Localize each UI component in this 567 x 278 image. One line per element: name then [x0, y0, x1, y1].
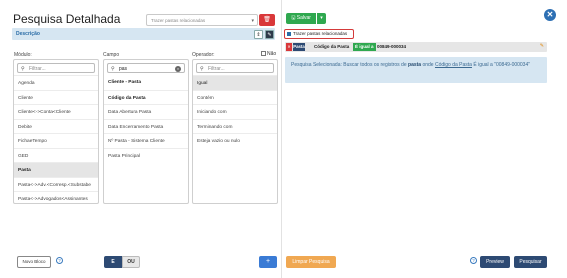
list-item[interactable]: Pasta Principal — [104, 147, 188, 163]
info-op: É igual a — [473, 62, 493, 68]
list-item-selected[interactable]: Código da Pasta — [104, 89, 188, 105]
save-label: Salvar — [296, 15, 311, 21]
operador-filter-input[interactable]: ⚲ Filtrar... — [196, 63, 274, 73]
campo-filter-input[interactable]: ⚲ pas × — [107, 63, 185, 73]
list-item[interactable]: Cliente<->Conta<Cliente — [14, 104, 98, 119]
chevron-down-icon: ▾ — [320, 15, 323, 21]
panel-divider — [281, 0, 282, 278]
list-item[interactable]: Debite — [14, 118, 98, 134]
list-item[interactable]: Pasta<->Adv.<Corresp.<Substabe — [14, 176, 98, 192]
save-dropdown-button[interactable]: ▾ — [317, 13, 326, 24]
or-toggle[interactable]: OU — [122, 256, 140, 268]
selected-search-info: Pesquisa Selecionada: Buscar todos os re… — [285, 57, 547, 83]
list-item[interactable]: Terminando com — [193, 118, 277, 134]
checkbox-icon — [261, 51, 266, 57]
condition-row: ✕ Pasta Código da Pasta É igual a 00849-… — [285, 42, 547, 52]
save-button[interactable]: 🖫 Salvar — [286, 13, 316, 24]
list-item[interactable]: Pasta<->Advogados<Assinantes — [14, 191, 98, 203]
info-module: pasta — [408, 62, 422, 68]
preview-button[interactable]: Preview — [480, 256, 510, 268]
help-icon[interactable]: ? — [56, 257, 63, 264]
list-item-selected[interactable]: Pasta — [14, 162, 98, 177]
modulo-filter-placeholder: Filtrar... — [29, 66, 46, 72]
nao-label: Não — [267, 51, 277, 57]
search-icon: ⚲ — [200, 65, 204, 72]
remove-condition-icon[interactable]: ✕ — [286, 43, 292, 51]
novo-bloco-button[interactable]: Novo Bloco — [17, 256, 51, 268]
description-label: Descrição — [16, 31, 40, 37]
saved-search-placeholder: Trazer pastas relacionadas — [151, 18, 206, 23]
info-field: Código da Pasta — [434, 62, 472, 68]
list-item-selected[interactable]: Igual — [193, 75, 277, 90]
modulo-label: Módulo: — [14, 52, 32, 58]
list-item[interactable]: Data Abertura Pasta — [104, 104, 188, 119]
trash-icon: 🗑 — [263, 17, 271, 23]
sort-icon[interactable]: ⇕ — [254, 29, 263, 39]
modulo-filter-input[interactable]: ⚲ Filtrar... — [17, 63, 95, 73]
help-icon[interactable]: ? — [470, 257, 477, 264]
campo-filter-value: pas — [119, 66, 128, 72]
pesquisar-button[interactable]: Pesquisar — [514, 256, 547, 268]
list-item[interactable]: Cliente — [14, 89, 98, 105]
page-title: Pesquisa Detalhada — [13, 12, 121, 26]
operador-column: ⚲ Filtrar... Igual Contém Iniciando com … — [192, 59, 278, 204]
campo-label: Campo — [103, 52, 120, 58]
search-icon: ⚲ — [111, 65, 115, 72]
chevron-down-icon: ▾ — [251, 18, 254, 24]
list-item[interactable]: Agenda — [14, 75, 98, 90]
list-item[interactable]: Nº Pasta - Sistema Cliente — [104, 133, 188, 148]
condition-field: Código da Pasta — [314, 44, 350, 49]
operador-label: Operador: — [192, 52, 215, 58]
info-prefix: Pesquisa Selecionada: Buscar todos os re… — [291, 62, 407, 68]
list-item[interactable]: FichaeTempo — [14, 133, 98, 148]
condition-module: Pasta — [293, 43, 305, 51]
close-icon: ✕ — [546, 10, 554, 19]
info-mid: onde — [422, 62, 434, 68]
description-bar[interactable]: Descrição ⇕ ✎ — [12, 28, 275, 40]
search-icon: ⚲ — [21, 65, 25, 72]
list-item[interactable]: Iniciando com — [193, 104, 277, 119]
clear-icon[interactable]: × — [175, 65, 181, 72]
add-condition-button[interactable]: + — [259, 256, 277, 268]
limpar-pesquisa-button[interactable]: Limpar Pesquisa — [286, 256, 336, 268]
list-item[interactable]: Contém — [193, 89, 277, 105]
edit-icon[interactable]: ✎ — [265, 29, 274, 39]
nao-checkbox[interactable]: Não — [261, 51, 276, 57]
trazer-pastas-checkbox[interactable]: Trazer pastas relacionadas — [284, 29, 354, 39]
saved-search-select[interactable]: Trazer pastas relacionadas ▾ — [146, 14, 258, 26]
campo-column: ⚲ pas × Cliente - Pasta Código da Pasta … — [103, 59, 189, 204]
list-item[interactable]: Cliente - Pasta — [104, 75, 188, 90]
pencil-icon[interactable]: ✎ — [540, 43, 544, 49]
and-toggle[interactable]: E — [104, 256, 122, 268]
modulo-column: ⚲ Filtrar... Agenda Cliente Cliente<->Co… — [13, 59, 99, 204]
delete-saved-button[interactable]: 🗑 — [259, 14, 275, 26]
condition-operator: É igual a — [353, 43, 376, 51]
operador-filter-placeholder: Filtrar... — [208, 66, 225, 72]
list-item[interactable]: Esteja vazio ou nulo — [193, 133, 277, 148]
close-button[interactable]: ✕ — [544, 9, 556, 21]
info-value: "00849-000034" — [494, 62, 531, 68]
condition-value: 00849-000034 — [377, 44, 407, 49]
floppy-icon: 🖫 — [291, 15, 296, 21]
trazer-pastas-label: Trazer pastas relacionadas — [293, 31, 348, 36]
list-item[interactable]: GED — [14, 147, 98, 163]
list-item[interactable]: Data Encerramento Pasta — [104, 118, 188, 134]
checkbox-checked-icon — [287, 31, 291, 36]
